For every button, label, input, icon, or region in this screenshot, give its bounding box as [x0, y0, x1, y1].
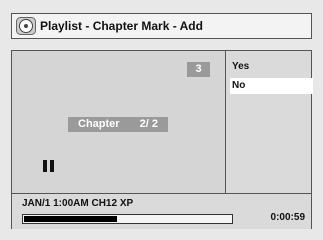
recording-info: JAN/1 1:00AM CH12 XP: [22, 198, 134, 209]
page-title: Playlist - Chapter Mark - Add: [40, 19, 203, 33]
progress-bar: [22, 214, 233, 224]
menu-item-no[interactable]: No: [230, 78, 313, 94]
menu-item-yes[interactable]: Yes: [230, 59, 313, 75]
chapter-number-badge: 3: [187, 62, 210, 77]
main-panel: 3 Chapter 2/ 2 Yes No JAN/1 1:00AM CH12 …: [11, 50, 313, 229]
chapter-value: 2/ 2: [139, 118, 158, 130]
disc-icon: [16, 17, 36, 35]
dvd-recorder-screen: Playlist - Chapter Mark - Add 3 Chapter …: [0, 0, 323, 240]
title-bar: Playlist - Chapter Mark - Add: [11, 13, 312, 39]
video-preview: 3 Chapter 2/ 2: [12, 51, 226, 193]
status-bar: JAN/1 1:00AM CH12 XP 0:00:59: [12, 193, 311, 229]
chapter-indicator: Chapter 2/ 2: [68, 117, 168, 132]
confirm-menu: Yes No: [226, 51, 313, 193]
elapsed-time: 0:00:59: [270, 212, 305, 223]
progress-fill: [24, 216, 117, 222]
chapter-label: Chapter: [78, 118, 120, 130]
pause-icon: [43, 160, 55, 172]
